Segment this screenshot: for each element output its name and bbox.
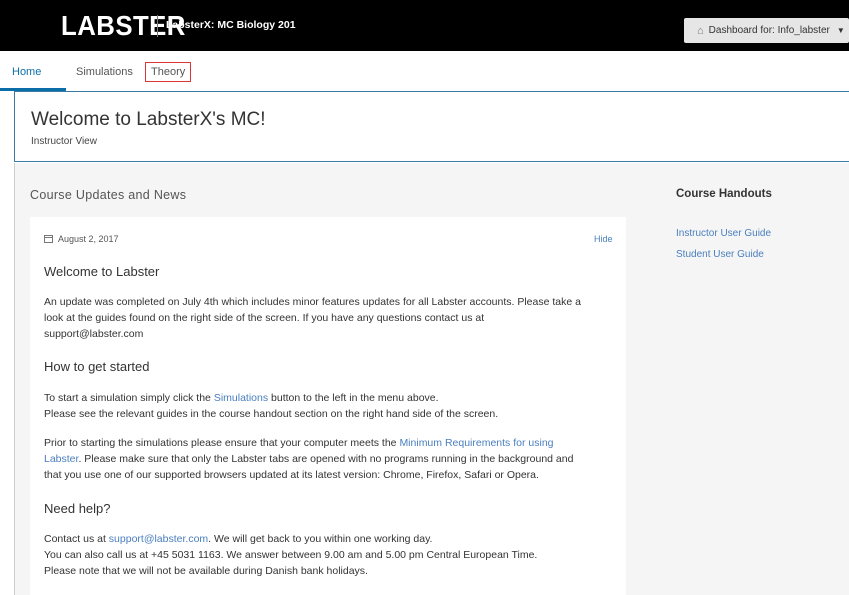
dashboard-label: Dashboard for: Info_labster — [708, 25, 830, 36]
page-subtitle: Instructor View — [31, 136, 97, 147]
update-text: look at the guides found on the right si… — [44, 312, 485, 324]
minimum-requirements-link[interactable]: Minimum Requirements for using — [399, 437, 553, 449]
update-text: that you use one of our supported browse… — [44, 469, 539, 481]
update-text: Please note that we will not be availabl… — [44, 565, 368, 577]
dashboard-button[interactable]: ⌂ Dashboard for: Info_labster ▼ — [684, 18, 849, 43]
course-handouts-title: Course Handouts — [676, 188, 772, 200]
update-paragraph-4: Contact us at support@labster.com. We wi… — [44, 531, 624, 579]
section-title-need-help: Need help? — [44, 501, 111, 516]
updates-heading: Course Updates and News — [30, 188, 187, 202]
hide-button[interactable]: Hide — [594, 234, 613, 244]
tab-simulations[interactable]: Simulations — [76, 66, 133, 78]
update-paragraph-2: To start a simulation simply click the S… — [44, 390, 624, 422]
support-email-link[interactable]: support@labster.com — [109, 533, 208, 545]
tab-home[interactable]: Home — [12, 66, 41, 78]
update-text: . Please make sure that only the Labster… — [78, 453, 574, 465]
caret-down-icon: ▼ — [836, 26, 845, 35]
section-title-get-started: How to get started — [44, 359, 150, 374]
home-icon: ⌂ — [697, 24, 704, 37]
update-date: August 2, 2017 — [44, 234, 119, 244]
update-text: support@labster.com — [44, 328, 144, 340]
instructor-user-guide-link[interactable]: Instructor User Guide — [676, 228, 771, 239]
calendar-icon — [44, 235, 53, 243]
update-text: Please see the relevant guides in the co… — [44, 408, 499, 420]
update-text: button to the left in the menu above. — [268, 392, 439, 404]
update-paragraph-1: An update was completed on July 4th whic… — [44, 294, 624, 342]
update-text: . We will get back to you within one wor… — [208, 533, 433, 545]
update-text: You can also call us at +45 5031 1163. W… — [44, 549, 538, 561]
page-title: Welcome to LabsterX's MC! — [31, 109, 266, 130]
course-tabs: Home Simulations Theory — [0, 51, 849, 91]
update-text: Prior to starting the simulations please… — [44, 437, 400, 449]
update-paragraph-3: Prior to starting the simulations please… — [44, 435, 624, 483]
student-user-guide-link[interactable]: Student User Guide — [676, 249, 764, 260]
course-title: LabsterX: MC Biology 201 — [166, 19, 296, 31]
update-date-text: August 2, 2017 — [58, 234, 119, 244]
section-title-welcome: Welcome to Labster — [44, 264, 160, 279]
update-text: Contact us at — [44, 533, 109, 545]
tab-theory[interactable]: Theory — [145, 62, 192, 82]
logo-divider — [157, 15, 158, 37]
update-card: August 2, 2017 Hide Welcome to Labster A… — [30, 217, 626, 595]
simulations-link[interactable]: Simulations — [214, 392, 268, 404]
update-text: An update was completed on July 4th whic… — [44, 296, 581, 308]
update-text: To start a simulation simply click the — [44, 392, 214, 404]
welcome-panel: Welcome to LabsterX's MC! Instructor Vie… — [14, 91, 849, 162]
minimum-requirements-link-cont[interactable]: Labster — [44, 453, 78, 465]
top-navbar: LABSTER LabsterX: MC Biology 201 ⌂ Dashb… — [0, 0, 849, 51]
